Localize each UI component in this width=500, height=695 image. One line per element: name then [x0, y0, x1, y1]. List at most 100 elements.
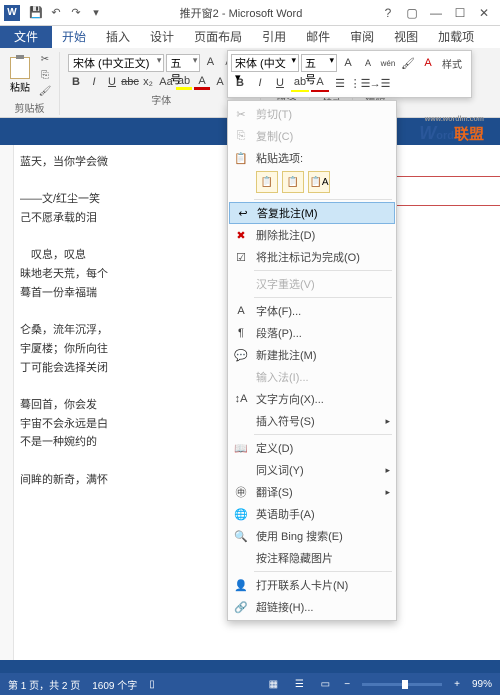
mini-indent-icon[interactable]: →☰	[371, 74, 389, 92]
ctx-translate[interactable]: ㊥翻译(S)▸	[228, 481, 396, 503]
mini-format-painter-icon[interactable]: 🖌	[399, 54, 417, 72]
cut-icon: ✂	[234, 107, 248, 121]
italic-icon[interactable]: I	[86, 74, 102, 90]
status-bar: 第 1 页，共 2 页 1609 个字 ▯ ▦ ☰ ▭ − + 99%	[0, 673, 500, 695]
mini-styles-icon[interactable]: A	[419, 54, 437, 72]
grow-font-icon[interactable]: A	[202, 54, 218, 70]
ctx-insert-symbol[interactable]: 插入符号(S)▸	[228, 410, 396, 432]
copy-icon: ⎘	[234, 129, 248, 143]
mini-grow-icon[interactable]: A	[339, 54, 357, 72]
strike-icon[interactable]: abc	[122, 74, 138, 90]
mini-phonetic-icon[interactable]: wén	[379, 54, 397, 72]
font-size-select[interactable]: 五号	[166, 54, 200, 72]
separator	[254, 434, 392, 435]
ribbon-options-icon[interactable]: ▢	[400, 6, 424, 20]
font-color-icon[interactable]: A	[194, 74, 210, 90]
ctx-define[interactable]: 📖定义(D)	[228, 437, 396, 459]
qat-more-icon[interactable]: ▾	[87, 4, 105, 22]
mini-size-select[interactable]: 五号	[301, 54, 337, 72]
window-title: 推开窗2 - Microsoft Word	[106, 5, 376, 21]
minimize-icon[interactable]: —	[424, 6, 448, 20]
tab-layout[interactable]: 页面布局	[184, 26, 252, 48]
tab-references[interactable]: 引用	[252, 26, 296, 48]
tab-home[interactable]: 开始	[52, 26, 96, 48]
bold-icon[interactable]: B	[68, 74, 84, 90]
zoom-level[interactable]: 99%	[472, 679, 492, 690]
paste-icon	[10, 57, 30, 79]
tab-view[interactable]: 视图	[384, 26, 428, 48]
mini-toolbar: 宋体 (中文▾ 五号 A A wén 🖌 A 样式 B I U ab A ☰ ⋮…	[227, 50, 472, 98]
char-border-icon[interactable]: A	[212, 74, 228, 90]
font-icon: A	[234, 304, 248, 318]
reply-icon: ↩	[236, 206, 250, 220]
mini-underline-icon[interactable]: U	[271, 74, 289, 92]
ctx-delete-comment[interactable]: ✖删除批注(D)	[228, 224, 396, 246]
contact-icon: 👤	[234, 578, 248, 592]
ctx-toggle-images[interactable]: 按注释隐藏图片	[228, 547, 396, 569]
tab-review[interactable]: 审阅	[340, 26, 384, 48]
tab-design[interactable]: 设计	[140, 26, 184, 48]
delete-comment-icon: ✖	[234, 228, 248, 242]
zoom-slider[interactable]	[362, 683, 442, 686]
help-icon[interactable]: ?	[376, 6, 400, 20]
ctx-contact-card[interactable]: 👤打开联系人卡片(N)	[228, 574, 396, 596]
paste-button[interactable]: 粘贴	[6, 56, 34, 94]
ctx-new-comment[interactable]: 💬新建批注(M)	[228, 344, 396, 366]
sub-sup-icon[interactable]: x₂	[140, 74, 156, 90]
zoom-out-icon[interactable]: −	[344, 679, 350, 690]
font-name-select[interactable]: 宋体 (中文正文)	[68, 54, 164, 72]
ctx-english-assistant[interactable]: 🌐英语助手(A)	[228, 503, 396, 525]
view-print-icon[interactable]: ☰	[292, 677, 306, 691]
ctx-bing-search[interactable]: 🔍使用 Bing 搜索(E)	[228, 525, 396, 547]
redo-icon[interactable]: ↷	[67, 4, 85, 22]
ctx-hyperlink[interactable]: 🔗超链接(H)...	[228, 596, 396, 618]
mini-styles-label[interactable]: 样式	[439, 54, 465, 72]
page-count[interactable]: 第 1 页，共 2 页	[8, 677, 80, 692]
mini-numbering-icon[interactable]: ⋮☰	[351, 74, 369, 92]
link-icon: 🔗	[234, 600, 248, 614]
ctx-reply-comment[interactable]: ↩答复批注(M)	[229, 202, 395, 224]
title-bar: W 💾 ↶ ↷ ▾ 推开窗2 - Microsoft Word ? ▢ — ☐ …	[0, 0, 500, 26]
context-menu: ✂剪切(T) ⎘复制(C) 📋粘贴选项: 📋 📋 📋A ↩答复批注(M) ✖删除…	[227, 100, 397, 621]
copy-icon[interactable]: ⎘	[37, 68, 53, 82]
ctx-text-direction[interactable]: ↕A文字方向(X)...	[228, 388, 396, 410]
tab-file[interactable]: 文件	[0, 26, 52, 48]
ctx-synonym[interactable]: 同义词(Y)▸	[228, 459, 396, 481]
mini-bullets-icon[interactable]: ☰	[331, 74, 349, 92]
ctx-copy: ⎘复制(C)	[228, 125, 396, 147]
paragraph-icon: ¶	[234, 326, 248, 340]
separator	[254, 571, 392, 572]
view-web-icon[interactable]: ▭	[318, 677, 332, 691]
zoom-in-icon[interactable]: +	[454, 679, 460, 690]
paste-merge-icon[interactable]: 📋	[282, 171, 304, 193]
word-count[interactable]: 1609 个字	[92, 677, 137, 692]
save-icon[interactable]: 💾	[27, 4, 45, 22]
book-icon: 📖	[234, 441, 248, 455]
underline-icon[interactable]: U	[104, 74, 120, 90]
paste-text-only-icon[interactable]: 📋A	[308, 171, 330, 193]
close-icon[interactable]: ✕	[472, 6, 496, 20]
separator	[254, 270, 392, 271]
mini-italic-icon[interactable]: I	[251, 74, 269, 92]
mini-shrink-icon[interactable]: A	[359, 54, 377, 72]
undo-icon[interactable]: ↶	[47, 4, 65, 22]
ctx-paragraph[interactable]: ¶段落(P)...	[228, 322, 396, 344]
ribbon-tabs: 文件 开始 插入 设计 页面布局 引用 邮件 审阅 视图 加载项	[0, 26, 500, 48]
ctx-mark-done[interactable]: ☑将批注标记为完成(O)	[228, 246, 396, 268]
search-icon: 🔍	[234, 529, 248, 543]
ctx-font[interactable]: A字体(F)...	[228, 300, 396, 322]
separator	[254, 297, 392, 298]
app-icon: W	[4, 5, 20, 21]
format-painter-icon[interactable]: 🖌	[37, 84, 53, 98]
view-read-icon[interactable]: ▦	[266, 677, 280, 691]
mini-font-select[interactable]: 宋体 (中文▾	[231, 54, 299, 72]
tab-addins[interactable]: 加载项	[428, 26, 484, 48]
maximize-icon[interactable]: ☐	[448, 6, 472, 20]
tab-insert[interactable]: 插入	[96, 26, 140, 48]
paste-keep-source-icon[interactable]: 📋	[256, 171, 278, 193]
language-indicator[interactable]: ▯	[149, 679, 155, 690]
ctx-cut: ✂剪切(T)	[228, 103, 396, 125]
tab-mailings[interactable]: 邮件	[296, 26, 340, 48]
ctx-paste-options-label: 📋粘贴选项:	[228, 147, 396, 169]
cut-icon[interactable]: ✂	[37, 52, 53, 66]
